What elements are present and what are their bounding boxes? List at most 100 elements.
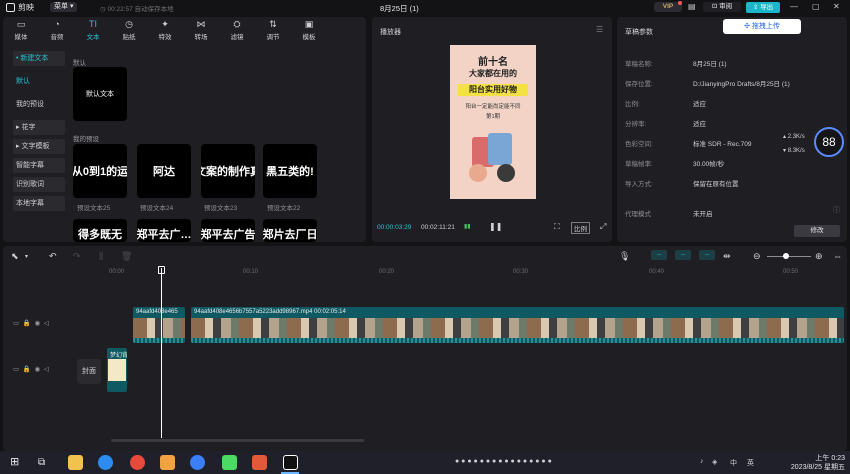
capcut-icon[interactable] <box>283 455 298 470</box>
track-controls[interactable]: ▭ 🔒 ◉ ◁ <box>13 365 49 373</box>
review-button[interactable]: ⊡ 审阅 <box>703 2 741 12</box>
edge-browser-icon[interactable] <box>98 455 113 470</box>
sidebar-item-text-template[interactable]: ▸ 文字模板 <box>13 139 65 154</box>
zoom-slider[interactable] <box>767 256 811 257</box>
default-text-tile[interactable]: 默认文本 <box>73 67 127 121</box>
select-tool-icon[interactable]: ⬉ <box>11 251 19 262</box>
sidebar-item-default[interactable]: 默认 <box>13 70 65 93</box>
close-icon[interactable]: ✕ <box>833 2 840 11</box>
edge-icon[interactable] <box>190 455 205 470</box>
zoom-in-icon[interactable]: ⊕ <box>815 251 823 262</box>
sidebar-item-my-presets[interactable]: 我的预设 <box>13 93 65 116</box>
tab-effects[interactable]: ✦ 特效 <box>147 17 183 44</box>
prop-row-proxy: 代理模式 未开启 <box>625 211 713 218</box>
preset-tile[interactable]: 郑片去厂日 <box>263 219 317 242</box>
video-preview[interactable]: 前十名 大家都在用的 阳台实用好物 阳台一定能尚定能不同 第1期 <box>450 45 536 199</box>
volume-icon[interactable]: ♪ <box>700 458 704 465</box>
player-panel: 播放器 ☰ 前十名 大家都在用的 阳台实用好物 阳台一定能尚定能不同 第1期 0… <box>372 17 612 242</box>
tab-template[interactable]: ▣ 模板 <box>291 17 327 44</box>
tab-audio[interactable]: ◔ 音频 <box>39 17 75 44</box>
pause-icon[interactable]: ❚❚ <box>489 222 502 231</box>
preset-tile[interactable]: 从0到1的运 <box>73 144 127 198</box>
system-clock[interactable]: 上午 0:23 2023/8/25 星期五 <box>785 454 845 472</box>
chrome-icon[interactable] <box>130 455 145 470</box>
minimize-icon[interactable]: — <box>790 2 798 11</box>
fit-timeline-icon[interactable]: ⇔ <box>833 251 842 261</box>
ruler-tick: 00:00 <box>109 269 125 275</box>
preset-tile[interactable]: 文案的制作真 <box>201 144 255 198</box>
sidebar-item-flower-text[interactable]: ▸ 花字 <box>13 120 65 135</box>
sidebar-item-recognize-lyrics[interactable]: 识别歌词 <box>13 177 65 192</box>
material-toolbar: ▭ 媒体 ◔ 音频 TI 文本 ◷ 贴纸 ✦ 特效 ⋈ 转场 ⛭ 滤镜 ⇅ 调节 ▣ 模板 <box>3 17 366 44</box>
fit-screen-icon[interactable]: ⛶ <box>554 222 560 232</box>
upload-button[interactable]: ✣ 拖拽上传 <box>723 19 801 34</box>
main-menu-button[interactable]: 菜单 ▾ <box>50 2 78 12</box>
preset-tile[interactable]: 阿达 <box>137 144 191 198</box>
task-view-icon[interactable]: ⧉ <box>38 455 53 470</box>
playhead-handle[interactable] <box>158 266 165 274</box>
link-main-track-button[interactable]: ⇔ <box>651 250 667 260</box>
file-explorer-icon[interactable] <box>68 455 83 470</box>
language-indicator[interactable]: 英 <box>747 458 754 468</box>
zoom-out-icon[interactable]: ⊖ <box>753 251 761 262</box>
export-button[interactable]: ⇪ 导出 <box>746 2 780 13</box>
clip-label: 94aafd408e465 <box>136 309 178 315</box>
sidebar-item-smart-caption[interactable]: 智能字幕 <box>13 158 65 173</box>
video-clip[interactable]: 94aafd408e465 <box>133 307 185 343</box>
prop-row-framerate: 草稿帧率: 30.00帧/秒 <box>625 161 725 168</box>
app-icon[interactable] <box>160 455 175 470</box>
modify-button[interactable]: 修改 <box>794 225 840 237</box>
default-heading: 默认 <box>73 60 86 67</box>
material-panel: ▭ 媒体 ◔ 音频 TI 文本 ◷ 贴纸 ✦ 特效 ⋈ 转场 ⛭ 滤镜 ⇅ 调节 ▣ 模板 • 新… <box>3 17 366 242</box>
windows-start-icon[interactable]: ⊞ <box>10 455 25 470</box>
fullscreen-icon[interactable]: ⤢ <box>600 222 606 232</box>
network-icon[interactable]: ◈ <box>712 458 717 466</box>
tab-filter[interactable]: ⛭ 滤镜 <box>219 17 255 44</box>
menu-icon[interactable]: ☰ <box>596 25 603 34</box>
tray-icons[interactable]: ● ● ● ● ● ● ● ● ● ● ● ● ● ● ● ● <box>455 458 552 465</box>
info-icon[interactable]: ⓘ <box>833 205 840 215</box>
maximize-icon[interactable]: ▢ <box>812 2 820 11</box>
presets-heading: 我的预设 <box>73 136 99 143</box>
timeline-scrollbar[interactable] <box>111 439 364 442</box>
tab-media[interactable]: ▭ 媒体 <box>3 17 39 44</box>
magnet-button[interactable]: ⇔ <box>675 250 691 260</box>
layout-icon[interactable]: ▤ <box>688 2 696 11</box>
tab-text[interactable]: TI 文本 <box>75 17 111 44</box>
preset-tile[interactable]: 郑平去广告 <box>201 219 255 242</box>
video-clip[interactable]: 94aafd408e4656b7557a5223add98967.mp4 00:… <box>191 307 844 343</box>
chevron-down-icon[interactable]: ▾ <box>25 253 28 260</box>
sidebar-item-local-caption[interactable]: 本地字幕 <box>13 196 65 211</box>
ruler-tick: 00:50 <box>783 269 799 275</box>
preview-line: 大家都在用的 <box>469 69 517 78</box>
cover-button[interactable]: 封面 <box>77 359 101 384</box>
preset-caption: 预设文本24 <box>140 205 174 212</box>
zoom-slider-handle[interactable] <box>783 253 789 259</box>
ime-indicator[interactable]: 中 <box>730 458 737 468</box>
ratio-button[interactable]: 比例 <box>571 222 590 234</box>
linkage-button[interactable]: ⇔ <box>699 250 715 260</box>
tab-sticker[interactable]: ◷ 贴纸 <box>111 17 147 44</box>
preview-illustration <box>469 133 515 182</box>
track-controls[interactable]: ▭ 🔒 ◉ ◁ <box>13 319 49 327</box>
microphone-icon[interactable]: 🎙 <box>619 251 630 262</box>
template-icon: ▣ <box>304 19 314 29</box>
tab-adjust[interactable]: ⇅ 调节 <box>255 17 291 44</box>
playhead[interactable] <box>161 268 162 438</box>
windows-taskbar: ⊞ ⧉ ● ● ● ● ● ● ● ● ● ● ● ● ● ● ● ● ♪ ◈ … <box>0 451 850 474</box>
preset-tile[interactable]: 得多既无 <box>73 219 127 242</box>
app-icon[interactable] <box>252 455 267 470</box>
transition-icon: ⋈ <box>196 19 206 29</box>
sidebar-item-new-text[interactable]: • 新建文本 <box>13 51 65 66</box>
prop-row-name: 草稿名称: 8月25日 (1) <box>625 61 727 68</box>
adjust-icon: ⇅ <box>269 19 277 29</box>
preview-axis-icon[interactable]: ⇹ <box>723 251 731 262</box>
app-name: 剪映 <box>18 3 34 12</box>
tab-transition[interactable]: ⋈ 转场 <box>183 17 219 44</box>
wechat-icon[interactable] <box>222 455 237 470</box>
app-window: 剪映 菜单 ▾ ◷ 00:22:57 自动保存本地 8月25日 (1) VIP … <box>0 0 850 474</box>
preset-tile[interactable]: 郑平去广… <box>137 219 191 242</box>
undo-icon[interactable]: ↶ <box>49 251 57 262</box>
cover-clip[interactable]: 梦幻背 <box>107 348 127 392</box>
preset-tile[interactable]: 黑五类的! <box>263 144 317 198</box>
